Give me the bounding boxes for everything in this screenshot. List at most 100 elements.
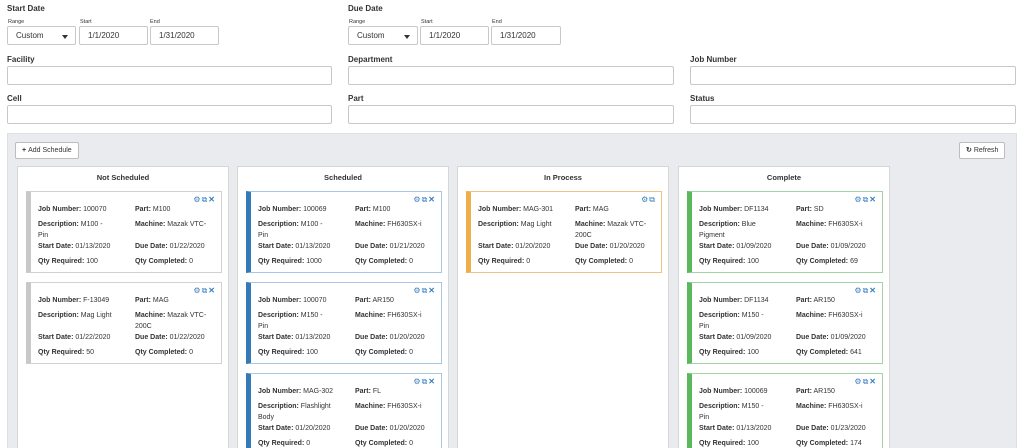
gear-icon[interactable]: ⚙	[854, 195, 862, 204]
card-field-qty-completed: Qty Completed: 0	[355, 440, 413, 447]
field-label: Part:	[796, 206, 812, 213]
start-date-start-input[interactable]: 1/1/2020	[79, 26, 148, 45]
status-input[interactable]	[690, 105, 1016, 124]
field-value: 01/09/2020	[736, 334, 772, 341]
start-date-end-input[interactable]: 1/31/2020	[150, 26, 219, 45]
field-value: MAG-301	[523, 206, 554, 213]
part-input[interactable]	[348, 105, 674, 124]
field-value: Mag Light	[80, 312, 112, 319]
department-input[interactable]	[348, 66, 674, 85]
field-label: Due Date:	[355, 425, 388, 432]
description-continued: Pin	[258, 323, 269, 330]
field-value: 01/09/2020	[830, 243, 866, 250]
facility-label: Facility	[7, 55, 35, 64]
facility-input[interactable]	[7, 66, 332, 85]
field-value: Mazak VTC-	[167, 312, 207, 319]
field-label: Start Date:	[38, 334, 74, 341]
card-field-machine: Machine: FH630SX-i	[796, 312, 863, 319]
field-label: Part:	[796, 388, 812, 395]
field-label: Description:	[258, 312, 299, 319]
field-label: Start Date:	[258, 334, 294, 341]
close-icon[interactable]: ✕	[869, 286, 877, 295]
field-label: Qty Required:	[38, 349, 85, 356]
close-icon[interactable]: ✕	[869, 195, 877, 204]
field-value: M100 -	[80, 221, 103, 228]
close-icon[interactable]: ✕	[208, 195, 216, 204]
close-icon[interactable]: ✕	[428, 195, 436, 204]
refresh-button[interactable]: ↻ Refresh	[959, 142, 1006, 159]
close-icon[interactable]: ✕	[428, 286, 436, 295]
start-range-select[interactable]: Custom	[7, 26, 76, 45]
card-field-machine: Machine: Mazak VTC-	[575, 221, 646, 228]
card-field-part: Part: SD	[796, 206, 824, 213]
job-card[interactable]: ⚙⧉✕ Job Number: 100070 Part: M100 Descripti…	[26, 191, 222, 273]
field-value: 0	[409, 440, 413, 447]
field-value: 01/09/2020	[830, 334, 866, 341]
field-label: Qty Completed:	[575, 258, 628, 265]
card-field-machine: Machine: Mazak VTC-	[135, 221, 206, 228]
field-value: M150 -	[741, 312, 764, 319]
card-field-job-number: Job Number: 100070	[38, 206, 106, 213]
cell-input[interactable]	[7, 105, 332, 124]
field-value: 0	[526, 258, 531, 265]
gear-icon[interactable]: ⚙	[854, 377, 862, 386]
card-field-qty-required: Qty Required: 100	[699, 440, 759, 447]
job-card[interactable]: ⚙⧉✕ Job Number: DF1134 Part: SD Description…	[687, 191, 883, 273]
field-label: Job Number:	[699, 206, 743, 213]
add-schedule-label: Add Schedule	[28, 147, 72, 154]
description-continued: Pigment	[699, 232, 725, 239]
due-date-start-input[interactable]: 1/1/2020	[420, 26, 489, 45]
field-value: 100069	[744, 388, 768, 395]
card-actions: ⚙⧉✕	[413, 377, 436, 387]
job-card[interactable]: ⚙⧉✕ Job Number: 100069 Part: M100 Descripti…	[246, 191, 442, 273]
field-label: Job Number:	[38, 206, 82, 213]
card-actions: ⚙⧉✕	[413, 195, 436, 205]
copy-icon[interactable]: ⧉	[649, 195, 656, 204]
job-card[interactable]: ⚙⧉ Job Number: MAG-301 Part: MAG Descriptio…	[466, 191, 662, 273]
job-card[interactable]: ⚙⧉✕ Job Number: 100069 Part: AR150 Descript…	[687, 373, 883, 448]
field-label: Qty Completed:	[796, 258, 849, 265]
gear-icon[interactable]: ⚙	[413, 286, 421, 295]
card-field-due-date: Due Date: 01/20/2020	[355, 425, 425, 432]
field-value: 01/20/2020	[609, 243, 645, 250]
field-label: Qty Completed:	[135, 349, 188, 356]
gear-icon[interactable]: ⚙	[193, 286, 201, 295]
card-field-start-date: Start Date: 01/13/2020	[699, 425, 771, 432]
refresh-icon: ↻	[966, 147, 972, 154]
gear-icon[interactable]: ⚙	[413, 377, 421, 386]
field-label: Description:	[699, 312, 740, 319]
due-date-heading: Due Date	[348, 4, 383, 13]
field-label: Due Date:	[355, 334, 388, 341]
card-field-due-date: Due Date: 01/09/2020	[796, 334, 866, 341]
field-value: 100	[747, 440, 759, 447]
field-label: Qty Required:	[38, 258, 85, 265]
card-actions: ⚙⧉✕	[854, 377, 877, 387]
field-label: Due Date:	[796, 334, 829, 341]
card-field-job-number: Job Number: MAG-301	[478, 206, 553, 213]
field-label: Machine:	[796, 403, 827, 410]
field-value: 50	[86, 349, 95, 356]
job-card[interactable]: ⚙⧉✕ Job Number: DF1134 Part: AR150 Descript…	[687, 282, 883, 364]
field-label: Job Number:	[258, 206, 302, 213]
add-schedule-button[interactable]: + Add Schedule	[15, 142, 79, 159]
gear-icon[interactable]: ⚙	[854, 286, 862, 295]
field-value: 0	[306, 440, 311, 447]
field-label: Description:	[38, 312, 79, 319]
field-label: Part:	[355, 206, 371, 213]
due-date-end-input[interactable]: 1/31/2020	[491, 26, 561, 45]
field-label: Description:	[258, 221, 299, 228]
job-card[interactable]: ⚙⧉✕ Job Number: 100070 Part: AR150 Descript…	[246, 282, 442, 364]
card-field-description: Description: M150 -	[258, 312, 323, 319]
field-label: Qty Required:	[699, 440, 746, 447]
gear-icon[interactable]: ⚙	[413, 195, 421, 204]
field-label: Part:	[575, 206, 591, 213]
close-icon[interactable]: ✕	[208, 286, 216, 295]
close-icon[interactable]: ✕	[869, 377, 877, 386]
card-field-part: Part: MAG	[575, 206, 609, 213]
due-range-select[interactable]: Custom	[348, 26, 418, 45]
job-card[interactable]: ⚙⧉✕ Job Number: MAG-302 Part: FL Descriptio…	[246, 373, 442, 448]
job-card[interactable]: ⚙⧉✕ Job Number: F-13049 Part: MAG Descripti…	[26, 282, 222, 364]
gear-icon[interactable]: ⚙	[193, 195, 201, 204]
close-icon[interactable]: ✕	[428, 377, 436, 386]
job-number-input[interactable]	[690, 66, 1016, 85]
